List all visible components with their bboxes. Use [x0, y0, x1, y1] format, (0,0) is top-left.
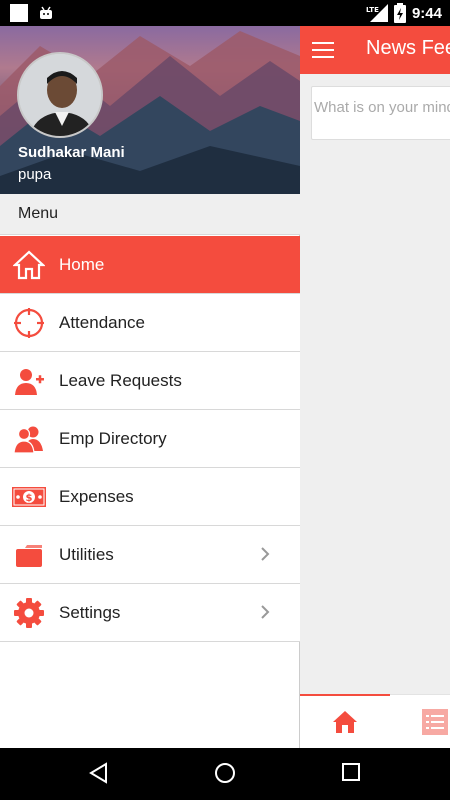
bottom-nav-home-icon[interactable] — [332, 709, 358, 735]
bottom-nav-list-icon[interactable] — [422, 709, 448, 735]
menu-header-label: Menu — [18, 205, 59, 222]
post-input[interactable]: What is on your mind — [311, 86, 450, 140]
money-icon: $ — [12, 487, 46, 507]
menu-item-label: Attendance — [59, 313, 146, 332]
app-bar: News Feed — [300, 26, 450, 74]
avatar[interactable] — [17, 52, 103, 138]
menu-item-leave-requests[interactable]: Leave Requests — [0, 352, 300, 410]
post-placeholder: What is on your mind — [314, 99, 450, 116]
navigation-drawer: Sudhakar Mani pupa Menu Home Attendance — [0, 26, 300, 748]
menu-item-home[interactable]: Home — [0, 236, 300, 294]
menu-item-expenses[interactable]: $ Expenses — [0, 468, 300, 526]
hamburger-menu-icon[interactable] — [312, 42, 334, 58]
back-icon[interactable] — [88, 762, 110, 784]
battery-icon — [393, 3, 406, 23]
menu-item-label: Expenses — [59, 487, 134, 506]
svg-text:$: $ — [26, 493, 33, 504]
drawer-header: Sudhakar Mani pupa — [0, 26, 300, 194]
menu-item-utilities[interactable]: Utilities — [0, 526, 300, 584]
menu-item-label: Emp Directory — [59, 429, 167, 448]
folder-icon — [16, 545, 42, 567]
user-photo — [19, 54, 101, 136]
people-icon — [13, 426, 43, 454]
add-user-icon — [15, 369, 44, 395]
menu-item-label: Settings — [59, 603, 121, 622]
home-icon — [13, 250, 45, 280]
target-icon — [14, 308, 44, 338]
android-icon — [40, 6, 52, 19]
chevron-right-icon — [261, 547, 270, 561]
menu-item-attendance[interactable]: Attendance — [0, 294, 300, 352]
recents-icon[interactable] — [341, 762, 361, 782]
menu-section-header: Menu — [0, 194, 300, 235]
menu-item-label: Home — [59, 255, 105, 274]
signal-icon: LTE — [366, 4, 388, 22]
chevron-right-icon — [261, 605, 270, 619]
status-bar: LTE 9:44 — [0, 0, 450, 26]
menu-item-emp-directory[interactable]: Emp Directory — [0, 410, 300, 468]
status-time: 9:44 — [411, 4, 442, 22]
bottom-nav — [300, 694, 450, 748]
app-title: News Feed — [366, 37, 450, 59]
gear-icon — [14, 598, 44, 628]
network-label: LTE — [366, 6, 379, 14]
menu-item-label: Leave Requests — [59, 371, 182, 390]
menu-item-label: Utilities — [59, 545, 114, 564]
bottom-nav-active-indicator — [300, 694, 390, 696]
menu-list: Home Attendance Leave Requests Emp Direc… — [0, 236, 300, 642]
user-role: pupa — [18, 166, 52, 183]
user-name: Sudhakar Mani — [18, 144, 125, 161]
system-nav-bar — [0, 748, 450, 800]
menu-item-settings[interactable]: Settings — [0, 584, 300, 642]
notification-square-icon — [10, 4, 28, 22]
home-circle-icon[interactable] — [214, 762, 236, 784]
